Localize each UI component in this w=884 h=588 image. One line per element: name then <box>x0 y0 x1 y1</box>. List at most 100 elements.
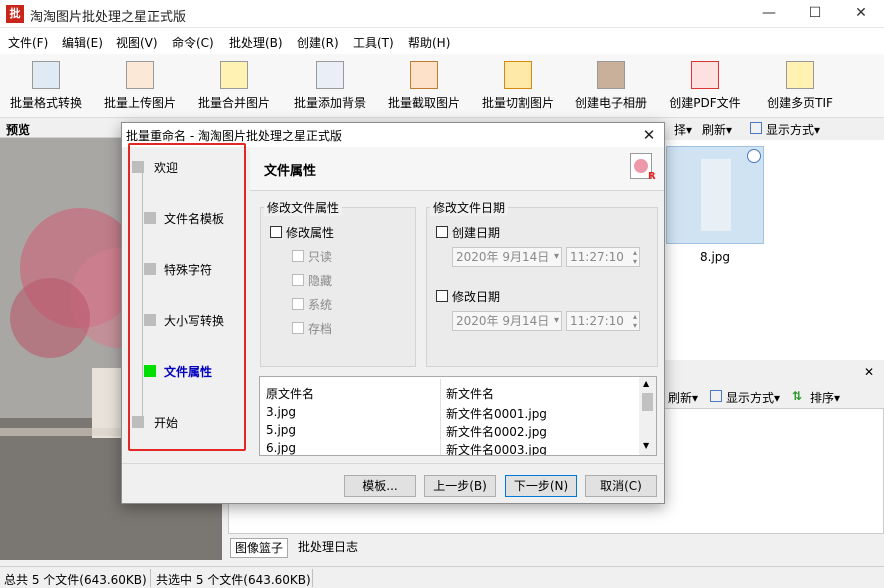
close-window-button[interactable]: ✕ <box>838 0 884 28</box>
select-menu-suffix[interactable]: 择▾ <box>674 121 692 138</box>
template-button[interactable]: 模板... <box>344 475 416 497</box>
refresh-menu[interactable]: 刷新▾ <box>702 121 732 138</box>
wizard-steps: 欢迎 文件名模板 特殊字符 大小写转换 文件属性 开始 <box>128 143 246 451</box>
batch-upload-button[interactable]: 批量上传图片 <box>100 54 180 118</box>
menu-view[interactable]: 视图(V) <box>116 34 158 51</box>
step-start[interactable]: 开始 <box>130 414 246 434</box>
pane-header: ✕ <box>664 364 884 382</box>
menu-command[interactable]: 命令(C) <box>172 34 214 51</box>
created-date-checkbox[interactable] <box>436 226 448 238</box>
attributes-group <box>260 207 416 367</box>
step-case-convert[interactable]: 大小写转换 <box>130 312 246 332</box>
list-scrollbar[interactable]: ▲ ▼ <box>639 377 656 455</box>
content-title: 文件属性 <box>264 164 317 179</box>
batch-crop-button[interactable]: 批量截取图片 <box>382 54 466 118</box>
menu-batch[interactable]: 批处理(B) <box>229 34 283 51</box>
thumbnail-graphic <box>701 159 731 231</box>
album-icon <box>597 61 625 89</box>
modified-date-picker[interactable]: 2020年 9月14日 ▾ <box>452 311 562 331</box>
tab-image-basket[interactable]: 图像篮子 <box>230 538 289 558</box>
hidden-label: 隐藏 <box>308 274 333 288</box>
maximize-button[interactable]: ☐ <box>792 0 838 28</box>
rename-preview-list[interactable]: 原文件名 新文件名 3.jpg 新文件名0001.jpg 5.jpg 新文件名0… <box>259 376 657 456</box>
thumbnail-8[interactable] <box>666 146 764 244</box>
menu-create[interactable]: 创建(R) <box>297 34 339 51</box>
list-item-original: 3.jpg <box>266 405 297 419</box>
batch-format-convert-button[interactable]: 批量格式转换 <box>6 54 86 118</box>
step-marker <box>144 212 156 224</box>
status-total: 总共 5 个文件(643.60KB) <box>4 573 147 587</box>
created-date-label: 创建日期 <box>452 226 501 240</box>
cancel-button[interactable]: 取消(C) <box>585 475 657 497</box>
menu-help[interactable]: 帮助(H) <box>408 34 450 51</box>
app-logo: 批 <box>6 5 24 23</box>
scroll-up-icon[interactable]: ▲ <box>643 379 649 388</box>
step-welcome[interactable]: 欢迎 <box>130 159 246 179</box>
readonly-label: 只读 <box>308 250 333 264</box>
modify-attributes-label: 修改属性 <box>286 226 335 240</box>
step-marker <box>132 416 144 428</box>
create-album-button[interactable]: 创建电子相册 <box>570 54 652 118</box>
scroll-down-icon[interactable]: ▼ <box>643 441 649 450</box>
dialog-title: 批量重命名 - 淘淘图片批处理之星正式版 <box>126 129 342 143</box>
list-item-new: 新文件名0002.jpg <box>446 425 547 439</box>
spin-icon: ▴ ▾ <box>632 248 637 266</box>
tab-batch-log[interactable]: 批处理日志 <box>294 538 362 558</box>
basket-display-menu[interactable]: 显示方式▾ <box>726 389 780 406</box>
split-icon <box>504 61 532 89</box>
minimize-button[interactable]: — <box>746 0 792 28</box>
menu-bar: 文件(F) 编辑(E) 视图(V) 命令(C) 批处理(B) 创建(R) 工具(… <box>0 28 884 54</box>
menu-tools[interactable]: 工具(T) <box>353 34 394 51</box>
step-filename-template[interactable]: 文件名模板 <box>130 210 246 230</box>
main-toolbar: 批量格式转换 批量上传图片 批量合并图片 批量添加背景 批量截取图片 批量切割图… <box>0 54 884 118</box>
batch-rename-dialog: 批量重命名 - 淘淘图片批处理之星正式版 ✕ 欢迎 文件名模板 特殊字符 大小写… <box>121 122 665 504</box>
created-time-picker[interactable]: 11:27:10 ▴ ▾ <box>566 247 640 267</box>
column-divider <box>440 379 441 455</box>
batch-split-button[interactable]: 批量切割图片 <box>476 54 560 118</box>
rename-icon-badge: R <box>648 171 656 182</box>
readonly-checkbox[interactable] <box>292 250 304 262</box>
step-file-attributes[interactable]: 文件属性 <box>130 363 246 383</box>
batch-add-background-button[interactable]: 批量添加背景 <box>288 54 372 118</box>
hidden-checkbox[interactable] <box>292 274 304 286</box>
next-button[interactable]: 下一步(N) <box>505 475 577 497</box>
modified-date-label: 修改日期 <box>452 290 501 304</box>
step-special-chars[interactable]: 特殊字符 <box>130 261 246 281</box>
date-group-title: 修改文件日期 <box>430 199 509 216</box>
system-label: 系统 <box>308 298 333 312</box>
batch-merge-button[interactable]: 批量合并图片 <box>194 54 274 118</box>
list-item-original: 6.jpg <box>266 441 297 455</box>
thumbnail-filename: 8.jpg <box>700 250 731 264</box>
create-tif-button[interactable]: 创建多页TIF <box>760 54 840 118</box>
thumbnail-area: 8.jpg <box>664 140 884 360</box>
col-original-header: 原文件名 <box>266 387 315 401</box>
menu-edit[interactable]: 编辑(E) <box>62 34 103 51</box>
list-item-new: 新文件名0001.jpg <box>446 407 547 421</box>
modify-attributes-checkbox[interactable] <box>270 226 282 238</box>
scroll-thumb[interactable] <box>642 393 653 411</box>
dialog-close-button[interactable]: ✕ <box>638 124 660 146</box>
create-pdf-button[interactable]: 创建PDF文件 <box>664 54 746 118</box>
created-date-picker[interactable]: 2020年 9月14日 ▾ <box>452 247 562 267</box>
pdf-icon <box>691 61 719 89</box>
display-mode-menu[interactable]: 显示方式▾ <box>766 121 820 138</box>
modified-time-picker[interactable]: 11:27:10 ▴ ▾ <box>566 311 640 331</box>
basket-refresh-menu[interactable]: 刷新▾ <box>668 389 698 406</box>
crop-icon <box>410 61 438 89</box>
modified-date-checkbox[interactable] <box>436 290 448 302</box>
previous-button[interactable]: 上一步(B) <box>424 475 496 497</box>
window-title: 淘淘图片批处理之星正式版 <box>30 10 187 25</box>
system-checkbox[interactable] <box>292 298 304 310</box>
menu-file[interactable]: 文件(F) <box>8 34 48 51</box>
chevron-down-icon: ▾ <box>553 315 559 326</box>
archive-checkbox[interactable] <box>292 322 304 334</box>
pane-close-icon[interactable]: ✕ <box>864 365 874 379</box>
tif-icon <box>786 61 814 89</box>
thumbnail-badge-icon <box>747 149 761 163</box>
list-item-new: 新文件名0003.jpg <box>446 443 547 456</box>
merge-icon <box>220 61 248 89</box>
browser-toolbar: 择▾ 刷新▾ 显示方式▾ <box>664 118 884 140</box>
list-item-original: 5.jpg <box>266 423 297 437</box>
status-divider <box>150 569 151 587</box>
basket-sort-menu[interactable]: 排序▾ <box>810 389 840 406</box>
